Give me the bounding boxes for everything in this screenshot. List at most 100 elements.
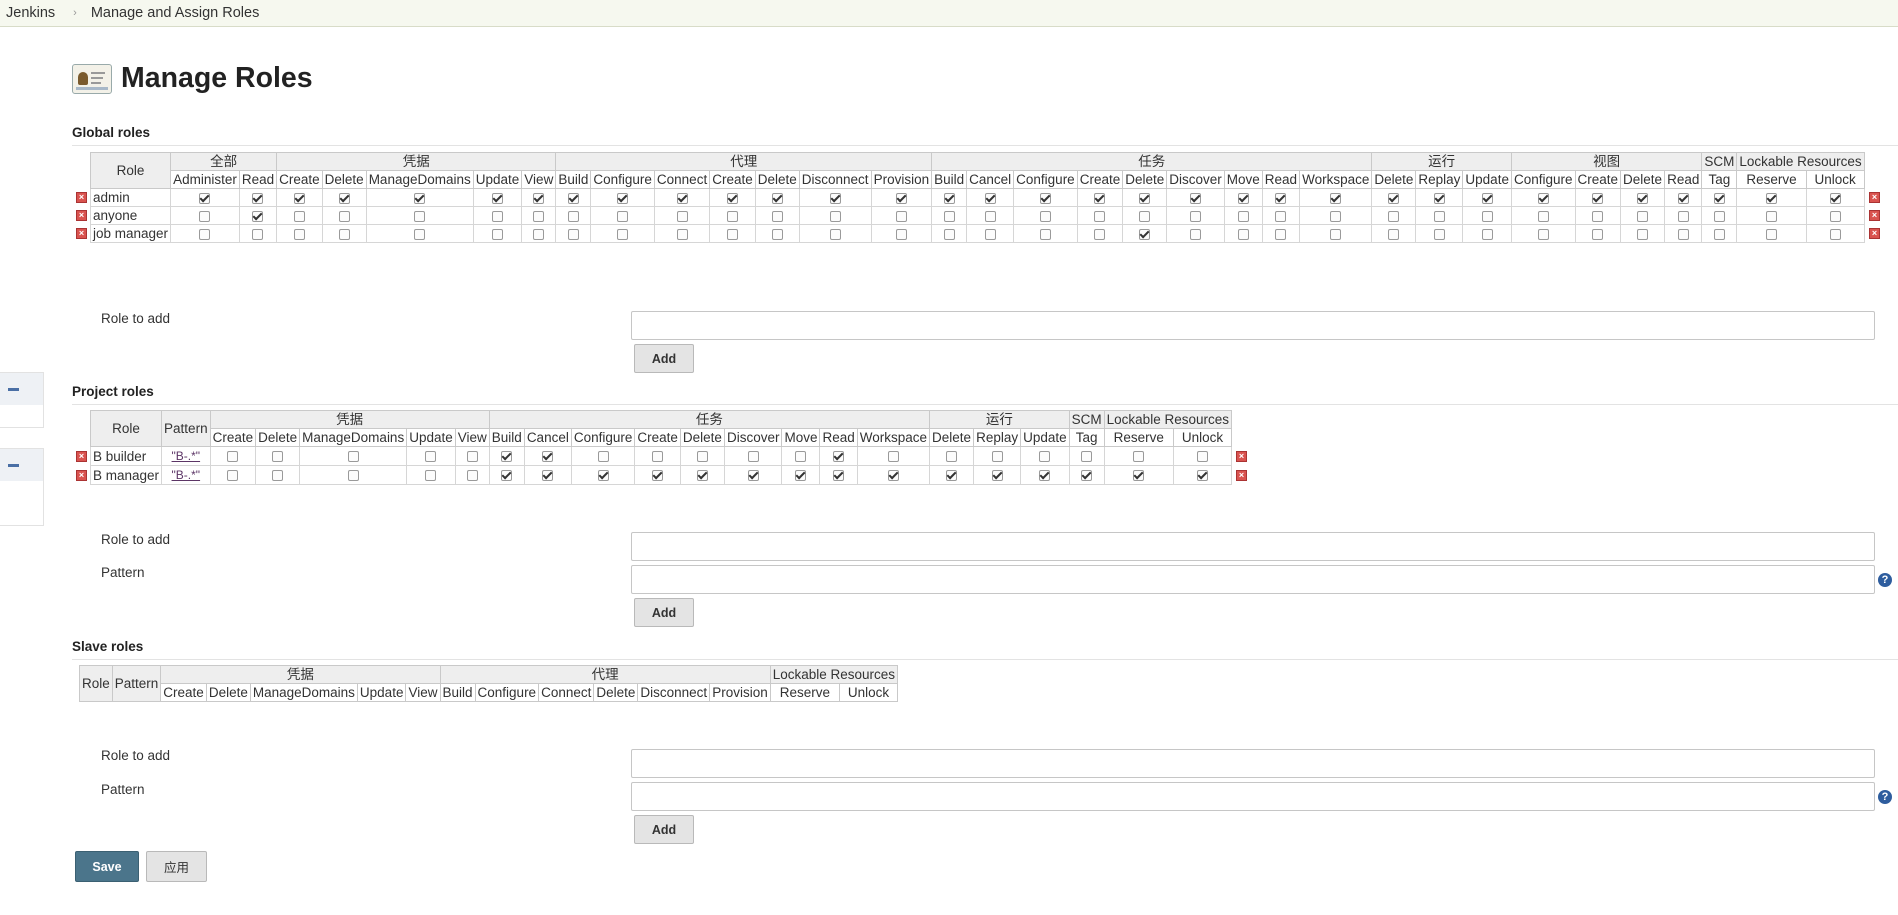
- side-panel-toggle-1[interactable]: [0, 373, 43, 405]
- permission-checkbox[interactable]: [227, 470, 239, 482]
- permission-checkbox[interactable]: [991, 451, 1003, 463]
- permission-checkbox[interactable]: [726, 192, 738, 204]
- permission-checkbox[interactable]: [542, 470, 554, 482]
- breadcrumb-jenkins[interactable]: Jenkins: [6, 5, 55, 21]
- side-panel-toggle-2[interactable]: [0, 449, 43, 481]
- pattern-link[interactable]: "B-.*": [172, 449, 201, 463]
- global-add-button[interactable]: Add: [634, 344, 694, 373]
- permission-checkbox[interactable]: [1766, 210, 1778, 222]
- permission-checkbox[interactable]: [199, 192, 211, 204]
- permission-checkbox[interactable]: [199, 228, 211, 240]
- permission-checkbox[interactable]: [652, 451, 664, 463]
- permission-checkbox[interactable]: [1677, 228, 1689, 240]
- save-button[interactable]: Save: [75, 851, 139, 882]
- permission-checkbox[interactable]: [414, 210, 426, 222]
- permission-checkbox[interactable]: [829, 228, 841, 240]
- permission-checkbox[interactable]: [1330, 228, 1342, 240]
- permission-checkbox[interactable]: [227, 451, 239, 463]
- permission-checkbox[interactable]: [1388, 192, 1400, 204]
- permission-checkbox[interactable]: [895, 210, 907, 222]
- permission-checkbox[interactable]: [1190, 210, 1202, 222]
- permission-checkbox[interactable]: [1537, 210, 1549, 222]
- permission-checkbox[interactable]: [533, 192, 545, 204]
- permission-checkbox[interactable]: [567, 192, 579, 204]
- delete-icon[interactable]: ×: [1869, 228, 1880, 239]
- permission-checkbox[interactable]: [567, 228, 579, 240]
- permission-checkbox[interactable]: [414, 228, 426, 240]
- permission-checkbox[interactable]: [1433, 192, 1445, 204]
- permission-checkbox[interactable]: [338, 228, 350, 240]
- permission-checkbox[interactable]: [533, 228, 545, 240]
- delete-icon[interactable]: ×: [76, 192, 87, 203]
- permission-checkbox[interactable]: [1139, 228, 1151, 240]
- permission-checkbox[interactable]: [338, 192, 350, 204]
- permission-checkbox[interactable]: [1237, 210, 1249, 222]
- permission-checkbox[interactable]: [1637, 192, 1649, 204]
- permission-checkbox[interactable]: [1039, 192, 1051, 204]
- permission-checkbox[interactable]: [1481, 210, 1493, 222]
- permission-checkbox[interactable]: [833, 451, 845, 463]
- permission-checkbox[interactable]: [492, 228, 504, 240]
- permission-checkbox[interactable]: [1713, 192, 1725, 204]
- permission-checkbox[interactable]: [425, 470, 437, 482]
- minus-icon[interactable]: [8, 387, 19, 391]
- permission-checkbox[interactable]: [1433, 210, 1445, 222]
- permission-checkbox[interactable]: [943, 192, 955, 204]
- permission-checkbox[interactable]: [1388, 210, 1400, 222]
- permission-checkbox[interactable]: [1713, 228, 1725, 240]
- permission-checkbox[interactable]: [542, 451, 554, 463]
- permission-checkbox[interactable]: [1592, 192, 1604, 204]
- permission-checkbox[interactable]: [1766, 192, 1778, 204]
- permission-checkbox[interactable]: [272, 451, 284, 463]
- permission-checkbox[interactable]: [199, 210, 211, 222]
- delete-icon[interactable]: ×: [76, 228, 87, 239]
- permission-checkbox[interactable]: [1094, 210, 1106, 222]
- permission-checkbox[interactable]: [1039, 451, 1051, 463]
- permission-checkbox[interactable]: [272, 470, 284, 482]
- permission-checkbox[interactable]: [829, 210, 841, 222]
- project-role-to-add-input[interactable]: [631, 532, 1875, 561]
- permission-checkbox[interactable]: [1139, 192, 1151, 204]
- permission-checkbox[interactable]: [492, 210, 504, 222]
- permission-checkbox[interactable]: [1829, 210, 1841, 222]
- permission-checkbox[interactable]: [676, 192, 688, 204]
- permission-checkbox[interactable]: [795, 470, 807, 482]
- permission-checkbox[interactable]: [1275, 210, 1287, 222]
- permission-checkbox[interactable]: [726, 228, 738, 240]
- permission-checkbox[interactable]: [771, 192, 783, 204]
- permission-checkbox[interactable]: [1039, 228, 1051, 240]
- permission-checkbox[interactable]: [1330, 210, 1342, 222]
- permission-checkbox[interactable]: [252, 210, 264, 222]
- permission-checkbox[interactable]: [1766, 228, 1778, 240]
- permission-checkbox[interactable]: [1196, 451, 1208, 463]
- permission-checkbox[interactable]: [1637, 210, 1649, 222]
- permission-checkbox[interactable]: [696, 451, 708, 463]
- permission-checkbox[interactable]: [1039, 470, 1051, 482]
- permission-checkbox[interactable]: [1677, 210, 1689, 222]
- slave-add-button[interactable]: Add: [634, 815, 694, 844]
- help-icon[interactable]: ?: [1878, 573, 1892, 587]
- permission-checkbox[interactable]: [1592, 210, 1604, 222]
- permission-checkbox[interactable]: [252, 192, 264, 204]
- permission-checkbox[interactable]: [984, 210, 996, 222]
- permission-checkbox[interactable]: [747, 451, 759, 463]
- delete-icon[interactable]: ×: [76, 470, 87, 481]
- permission-checkbox[interactable]: [617, 210, 629, 222]
- permission-checkbox[interactable]: [293, 210, 305, 222]
- permission-checkbox[interactable]: [887, 451, 899, 463]
- apply-button[interactable]: 应用: [146, 851, 207, 882]
- permission-checkbox[interactable]: [617, 228, 629, 240]
- project-add-button[interactable]: Add: [634, 598, 694, 627]
- permission-checkbox[interactable]: [1039, 210, 1051, 222]
- permission-checkbox[interactable]: [984, 228, 996, 240]
- help-icon[interactable]: ?: [1878, 790, 1892, 804]
- permission-checkbox[interactable]: [1275, 228, 1287, 240]
- permission-checkbox[interactable]: [943, 210, 955, 222]
- permission-checkbox[interactable]: [338, 210, 350, 222]
- permission-checkbox[interactable]: [1388, 228, 1400, 240]
- permission-checkbox[interactable]: [1330, 192, 1342, 204]
- permission-checkbox[interactable]: [533, 210, 545, 222]
- permission-checkbox[interactable]: [1081, 470, 1093, 482]
- permission-checkbox[interactable]: [1829, 228, 1841, 240]
- permission-checkbox[interactable]: [1481, 192, 1493, 204]
